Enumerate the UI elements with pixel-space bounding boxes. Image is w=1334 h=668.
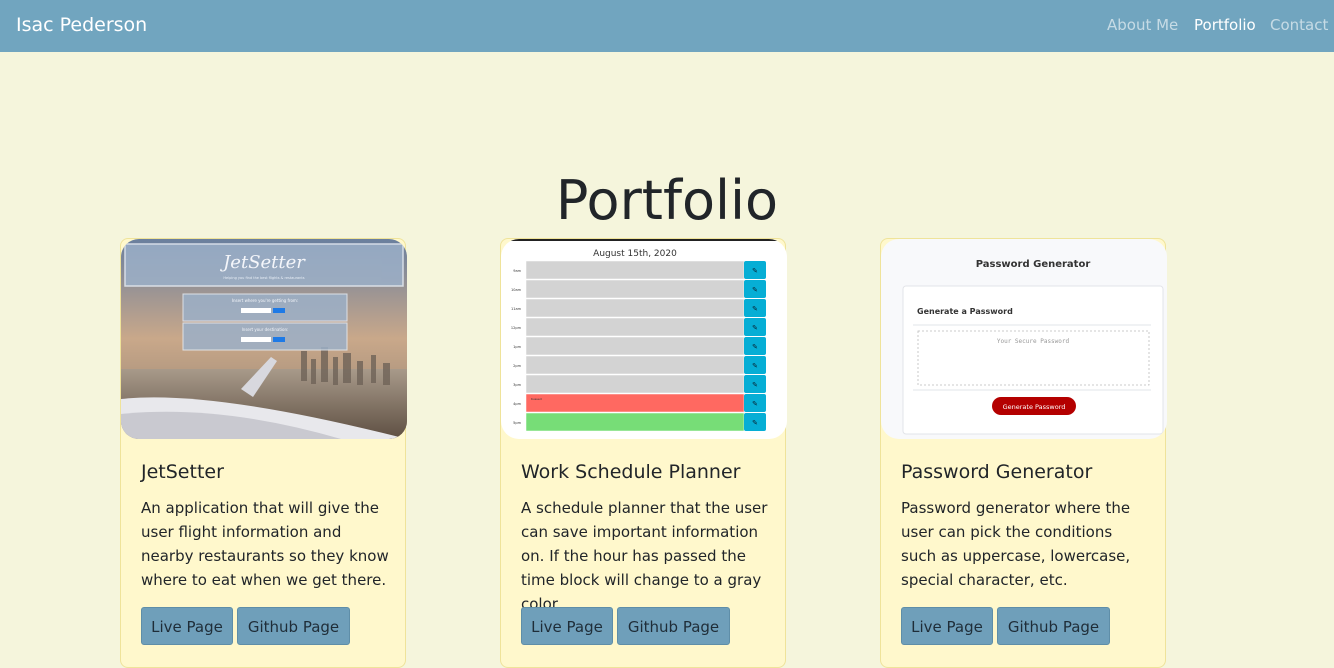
save-icon: ✎ (752, 381, 758, 389)
github-page-button[interactable]: Github Page (997, 607, 1110, 645)
project-description: An application that will give the user f… (141, 499, 389, 589)
nav-link-portfolio[interactable]: Portfolio (1194, 14, 1256, 36)
preview-header: Password Generator (976, 259, 1091, 270)
preview-hour-label: 5pm (513, 421, 521, 425)
preview-placeholder: Your Secure Password (997, 338, 1070, 345)
preview-hour-label: 12pm (511, 326, 522, 330)
preview-time-block (525, 374, 745, 394)
project-card-jetsetter: JetSetter Helping you find the best flig… (120, 238, 407, 668)
preview-hour-label: 1pm (513, 345, 521, 349)
save-icon: ✎ (752, 324, 758, 332)
preview-prompt-2: Insert your destination: (242, 327, 289, 332)
nav-link-about-me[interactable]: About Me (1107, 14, 1178, 36)
preview-time-block (525, 355, 745, 375)
project-card-work-schedule-planner: August 15th, 2020 9am ✎ 10am ✎ 11am ✎ 12pm ✎ 1pm… (500, 238, 787, 668)
save-icon: ✎ (752, 362, 758, 370)
page-title: Portfolio (555, 169, 779, 232)
preview-generate-button: Generate Password (1003, 403, 1066, 411)
preview-hour-label: 4pm (513, 402, 521, 406)
preview-time-block (525, 336, 745, 356)
project-title: Work Schedule Planner (521, 461, 741, 483)
preview-subheader: Generate a Password (917, 307, 1013, 316)
preview-logo: JetSetter (219, 252, 306, 273)
preview-hour-label: 2pm (513, 364, 521, 368)
preview-time-block (525, 317, 745, 337)
nav-link-contact[interactable]: Contact (1270, 14, 1328, 36)
preview-time-block (525, 393, 745, 413)
preview-block-note: Kussed (531, 397, 542, 401)
live-page-button[interactable]: Live Page (521, 607, 613, 645)
preview-time-block (525, 298, 745, 318)
project-title: JetSetter (141, 461, 224, 483)
save-icon: ✎ (752, 286, 758, 294)
live-page-button[interactable]: Live Page (901, 607, 993, 645)
live-page-button[interactable]: Live Page (141, 607, 233, 645)
preview-tagline: Helping you find the best flights & rest… (223, 276, 304, 280)
preview-hour-label: 11am (511, 307, 522, 311)
project-title: Password Generator (901, 461, 1093, 483)
navbar: Isac Pederson About Me Portfolio Contact (0, 0, 1334, 52)
preview-hour-label: 10am (511, 288, 522, 292)
project-preview-image: August 15th, 2020 9am ✎ 10am ✎ 11am ✎ 12pm ✎ 1pm… (501, 239, 787, 439)
preview-time-block (525, 279, 745, 299)
preview-hour-label: 9am (513, 269, 521, 273)
project-preview-image: Password Generator Generate a Password Y… (881, 239, 1167, 439)
save-icon: ✎ (752, 400, 758, 408)
preview-hour-label: 3pm (513, 383, 521, 387)
preview-time-block (525, 412, 745, 432)
project-description: Password generator where the user can pi… (901, 499, 1131, 589)
preview-time-block (525, 260, 745, 280)
github-page-button[interactable]: Github Page (237, 607, 350, 645)
save-icon: ✎ (752, 343, 758, 351)
project-card-password-generator: Password Generator Generate a Password Y… (880, 238, 1167, 668)
save-icon: ✎ (752, 419, 758, 427)
project-preview-image: JetSetter Helping you find the best flig… (121, 239, 407, 439)
preview-date: August 15th, 2020 (593, 249, 677, 259)
save-icon: ✎ (752, 305, 758, 313)
github-page-button[interactable]: Github Page (617, 607, 730, 645)
preview-prompt-1: Insert where you're getting from: (232, 298, 298, 303)
project-description: A schedule planner that the user can sav… (521, 499, 768, 613)
save-icon: ✎ (752, 267, 758, 275)
brand-link[interactable]: Isac Pederson (16, 12, 147, 38)
